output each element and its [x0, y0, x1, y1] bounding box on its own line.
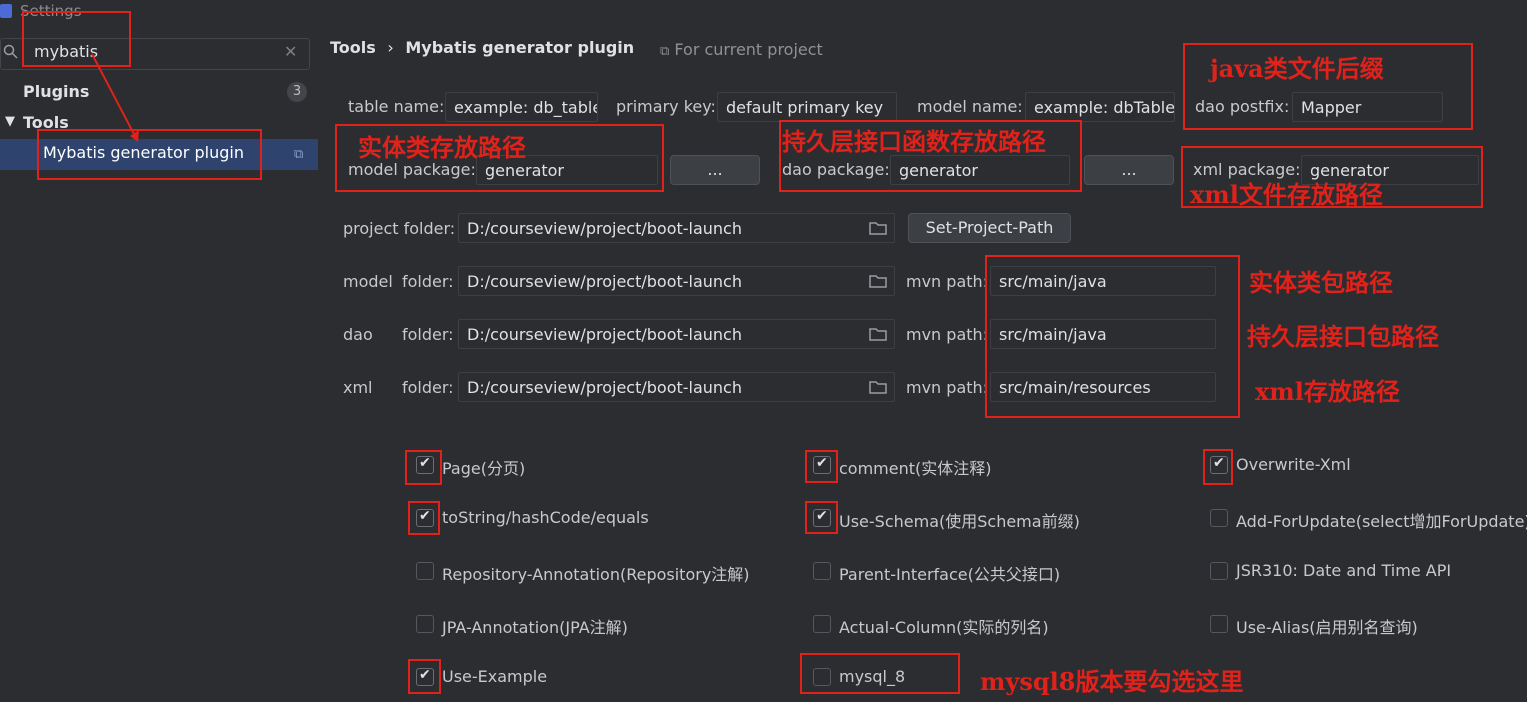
overwrite-xml-checkbox-label[interactable]: Overwrite-Xml [1236, 455, 1351, 474]
model-name-field[interactable]: example: dbTable [1025, 92, 1175, 122]
model-package-browse-button[interactable]: ... [670, 155, 760, 185]
comment-checkbox-label[interactable]: comment(实体注释) [839, 455, 992, 479]
dao-mvn-path-label: mvn path: [906, 325, 989, 344]
table-name-field[interactable]: example: db_table [445, 92, 598, 122]
annotation-arrow [91, 53, 139, 142]
project-folder-field[interactable]: D:/courseview/project/boot-launch [458, 213, 895, 243]
dao-folder-label-suffix: folder: [402, 325, 454, 344]
annotation-entity-path: 实体类存放路径 [358, 133, 526, 162]
parent-interface-checkbox[interactable] [813, 562, 831, 580]
annotation-xml-path: xml文件存放路径 [1190, 180, 1383, 209]
add-for-update-checkbox-label[interactable]: Add-ForUpdate(select增加ForUpdate) [1236, 508, 1527, 532]
jpa-annotation-checkbox-label[interactable]: JPA-Annotation(JPA注解) [442, 614, 628, 638]
project-folder-label: project folder: [343, 219, 456, 238]
use-alias-checkbox-label[interactable]: Use-Alias(启用别名查询) [1236, 614, 1418, 638]
add-for-update-checkbox[interactable] [1210, 509, 1228, 527]
annotation-box-comment [805, 450, 838, 483]
model-folder-field[interactable]: D:/courseview/project/boot-launch [458, 266, 895, 296]
scope-label: ⧉ For current project [660, 40, 823, 59]
breadcrumb-page: Mybatis generator plugin [405, 38, 635, 57]
repository-annotation-checkbox[interactable] [416, 562, 434, 580]
app-icon [0, 4, 12, 18]
model-folder-label-suffix: folder: [402, 272, 454, 291]
use-schema-checkbox-label[interactable]: Use-Schema(使用Schema前缀) [839, 508, 1080, 532]
jsr310-checkbox[interactable] [1210, 562, 1228, 580]
breadcrumb-root[interactable]: Tools [330, 38, 376, 57]
breadcrumb-separator: › [387, 38, 394, 57]
set-project-path-button[interactable]: Set-Project-Path [908, 213, 1071, 243]
annotation-entity-pkg-path: 实体类包路径 [1249, 268, 1393, 297]
dao-package-browse-button[interactable]: ... [1084, 155, 1174, 185]
annotation-box-mvn-paths [985, 255, 1240, 418]
annotation-box-tostring [408, 501, 440, 535]
use-example-checkbox-label[interactable]: Use-Example [442, 667, 547, 686]
primary-key-label: primary key: [616, 97, 716, 116]
tostring-checkbox-label[interactable]: toString/hashCode/equals [442, 508, 649, 527]
actual-column-checkbox-label[interactable]: Actual-Column(实际的列名) [839, 614, 1049, 638]
breadcrumb: Tools › Mybatis generator plugin [330, 38, 634, 57]
folder-icon[interactable] [869, 221, 887, 235]
project-scope-icon: ⧉ [294, 147, 304, 162]
repository-annotation-checkbox-label[interactable]: Repository-Annotation(Repository注解) [442, 561, 750, 585]
jpa-annotation-checkbox[interactable] [416, 615, 434, 633]
annotation-box-overwrite-xml [1203, 449, 1233, 485]
folder-icon[interactable] [869, 380, 887, 394]
scope-text: For current project [674, 40, 823, 59]
folder-icon[interactable] [869, 274, 887, 288]
annotation-box-mysql8 [800, 653, 960, 694]
annotation-dao-path: 持久层接口函数存放路径 [782, 127, 1046, 156]
model-folder-label: model [343, 272, 393, 291]
page-checkbox-label[interactable]: Page(分页) [442, 455, 525, 479]
folder-icon[interactable] [869, 327, 887, 341]
annotation-box-use-example [408, 659, 441, 694]
parent-interface-checkbox-label[interactable]: Parent-Interface(公共父接口) [839, 561, 1060, 585]
settings-sidebar [0, 0, 320, 702]
annotation-mysql8-note: mysql8版本要勾选这里 [980, 667, 1244, 696]
xml-folder-label-suffix: folder: [402, 378, 454, 397]
table-name-label: table name: [348, 97, 445, 116]
use-alias-checkbox[interactable] [1210, 615, 1228, 633]
primary-key-field[interactable]: default primary key [717, 92, 897, 122]
annotation-xml-store-path: xml存放路径 [1255, 377, 1400, 406]
xml-mvn-path-label: mvn path: [906, 378, 989, 397]
clear-icon[interactable]: ✕ [284, 42, 297, 61]
annotation-dao-pkg-path: 持久层接口包路径 [1247, 322, 1439, 351]
model-mvn-path-label: mvn path: [906, 272, 989, 291]
search-icon[interactable] [3, 44, 19, 60]
annotation-box-page [405, 450, 442, 485]
model-name-label: model name: [917, 97, 1023, 116]
jsr310-checkbox-label[interactable]: JSR310: Date and Time API [1236, 561, 1451, 580]
xml-folder-label: xml [343, 378, 373, 397]
dao-folder-field[interactable]: D:/courseview/project/boot-launch [458, 319, 895, 349]
dao-folder-label: dao [343, 325, 373, 344]
plugins-count-badge: 3 [287, 82, 307, 102]
expand-arrow-icon[interactable]: ▼ [5, 114, 15, 129]
actual-column-checkbox[interactable] [813, 615, 831, 633]
annotation-java-suffix: java类文件后缀 [1210, 54, 1384, 83]
project-scope-icon: ⧉ [660, 44, 670, 59]
annotation-box-use-schema [805, 501, 838, 534]
xml-folder-field[interactable]: D:/courseview/project/boot-launch [458, 372, 895, 402]
